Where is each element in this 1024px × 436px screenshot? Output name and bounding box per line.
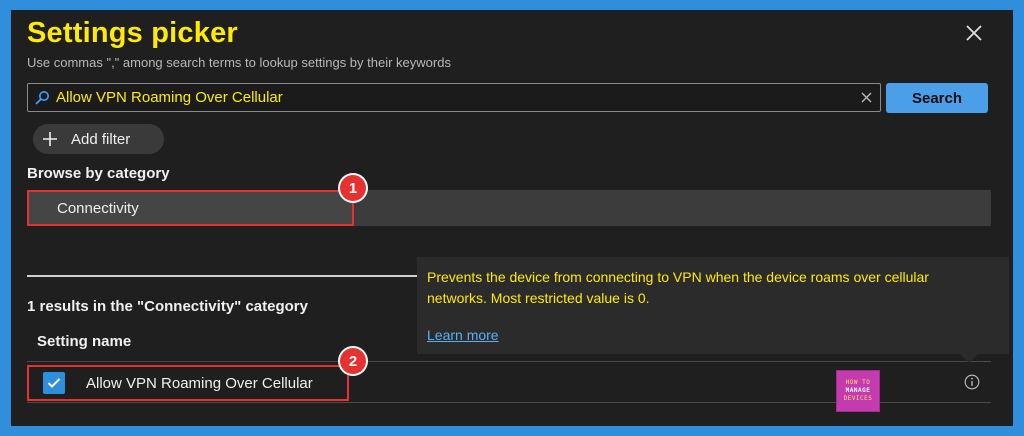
setting-name: Allow VPN Roaming Over Cellular: [86, 374, 313, 392]
page-title: Settings picker: [27, 17, 238, 49]
callout-badge: 2: [340, 348, 366, 374]
table-row[interactable]: Allow VPN Roaming Over Cellular: [27, 365, 349, 401]
add-filter-label: Add filter: [71, 130, 131, 148]
search-box: [27, 83, 881, 112]
watermark-line: DEVICES: [843, 395, 873, 402]
header-divider: [27, 361, 991, 362]
settings-picker-panel: Settings picker Use commas "," among sea…: [11, 10, 1013, 426]
page-subtitle: Use commas "," among search terms to loo…: [27, 55, 451, 70]
plus-icon: [43, 132, 57, 146]
learn-more-link[interactable]: Learn more: [427, 327, 499, 343]
divider: [27, 275, 417, 277]
search-button[interactable]: Search: [886, 83, 988, 113]
watermark-line: MANAGE: [845, 387, 871, 394]
watermark-logo: HOW TO MANAGE DEVICES: [836, 370, 880, 412]
tooltip: Prevents the device from connecting to V…: [417, 257, 1009, 354]
category-bar: Connectivity: [27, 190, 991, 226]
tooltip-text: Prevents the device from connecting to V…: [427, 269, 929, 306]
close-icon[interactable]: [963, 22, 985, 44]
browse-by-category-label: Browse by category: [27, 165, 170, 182]
checkmark-icon: [47, 378, 61, 388]
search-icon: [35, 91, 49, 105]
search-input[interactable]: [56, 86, 846, 109]
add-filter-button[interactable]: Add filter: [33, 124, 164, 154]
category-item-connectivity[interactable]: Connectivity: [27, 190, 354, 226]
watermark-line: HOW TO: [845, 379, 871, 386]
checkbox[interactable]: [43, 372, 65, 394]
clear-icon[interactable]: [860, 91, 873, 104]
tooltip-arrow: [959, 353, 979, 363]
info-icon[interactable]: [964, 374, 980, 390]
results-summary: 1 results in the "Connectivity" category: [27, 298, 308, 315]
column-header-setting-name: Setting name: [37, 333, 132, 350]
callout-badge: 1: [340, 175, 366, 201]
